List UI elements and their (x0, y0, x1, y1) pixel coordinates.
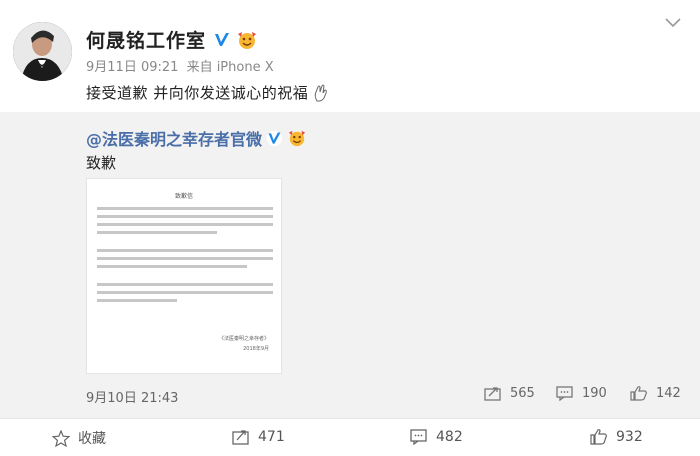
author-name[interactable]: 何晟铭工作室 (86, 26, 206, 53)
chevron-down-icon[interactable] (664, 17, 682, 29)
action-bar: 收藏 471 482 932 (0, 418, 700, 456)
like-button[interactable]: 932 (590, 428, 643, 445)
reposted-post[interactable]: @法医秦明之幸存者官微 致歉 致歉信 《法医秦明之幸存者》 2018年9月 9月… (0, 112, 700, 418)
repost-like-button[interactable]: 142 (630, 385, 681, 401)
repost-forward-count: 565 (510, 385, 535, 401)
repost-forward-button[interactable]: 565 (484, 385, 535, 401)
repost-author-row: @法医秦明之幸存者官微 (86, 126, 307, 150)
post-time: 9月11日 09:21 (86, 60, 179, 75)
forward-button[interactable]: 471 (232, 428, 285, 445)
letter-signature: 《法医秦明之幸存者》 (218, 336, 269, 342)
favorite-button[interactable]: 收藏 (52, 428, 106, 448)
avatar[interactable] (13, 22, 72, 81)
forward-count: 471 (258, 428, 285, 445)
letter-text-line (97, 249, 273, 252)
letter-date: 2018年9月 (243, 346, 269, 352)
comment-icon (410, 429, 427, 445)
verified-v-icon (266, 130, 283, 146)
verified-v-icon (213, 30, 232, 49)
repost-comment-count: 190 (582, 385, 607, 401)
post-text: 接受道歉 并向你发送诚心的祝福 (86, 82, 328, 103)
repost-comment-button[interactable]: 190 (556, 385, 607, 401)
apology-letter-image[interactable]: 致歉信 《法医秦明之幸存者》 2018年9月 (86, 178, 282, 374)
repost-like-count: 142 (656, 385, 681, 401)
comment-button[interactable]: 482 (410, 428, 463, 445)
author-row: 何晟铭工作室 (86, 26, 258, 53)
letter-text-line (97, 231, 217, 234)
repost-author-name[interactable]: @法医秦明之幸存者官微 (86, 126, 262, 150)
letter-text-line (97, 299, 177, 302)
letter-text-line (97, 215, 273, 218)
vip-emoji-icon (238, 31, 257, 49)
praying-hand-icon (314, 84, 328, 101)
repost-time: 9月10日 21:43 (86, 391, 179, 406)
repost-text: 致歉 (86, 154, 117, 172)
favorite-label: 收藏 (78, 431, 106, 447)
letter-text-line (97, 223, 273, 226)
share-icon (484, 387, 501, 401)
letter-text-line (97, 265, 247, 268)
letter-text-line (97, 257, 273, 260)
thumbs-up-icon (630, 386, 647, 401)
comment-count: 482 (436, 428, 463, 445)
repost-footer: 9月10日 21:43 565 190 142 (86, 385, 686, 407)
comment-icon (556, 386, 573, 401)
letter-text-line (97, 207, 273, 210)
post-source[interactable]: 来自 iPhone X (187, 60, 274, 75)
like-count: 932 (616, 428, 643, 445)
thumbs-up-icon (590, 429, 607, 445)
letter-text-line (97, 283, 273, 286)
weibo-post: 何晟铭工作室 9月11日 09:21 来自 iPhone X 接受道歉 并向你发… (0, 0, 700, 112)
star-icon (52, 429, 70, 447)
share-icon (232, 430, 249, 445)
letter-title: 致歉信 (174, 193, 193, 200)
vip-emoji-icon (288, 130, 306, 147)
post-text-content: 接受道歉 并向你发送诚心的祝福 (86, 84, 309, 102)
letter-text-line (97, 291, 273, 294)
post-meta: 9月11日 09:21 来自 iPhone X (86, 56, 278, 75)
